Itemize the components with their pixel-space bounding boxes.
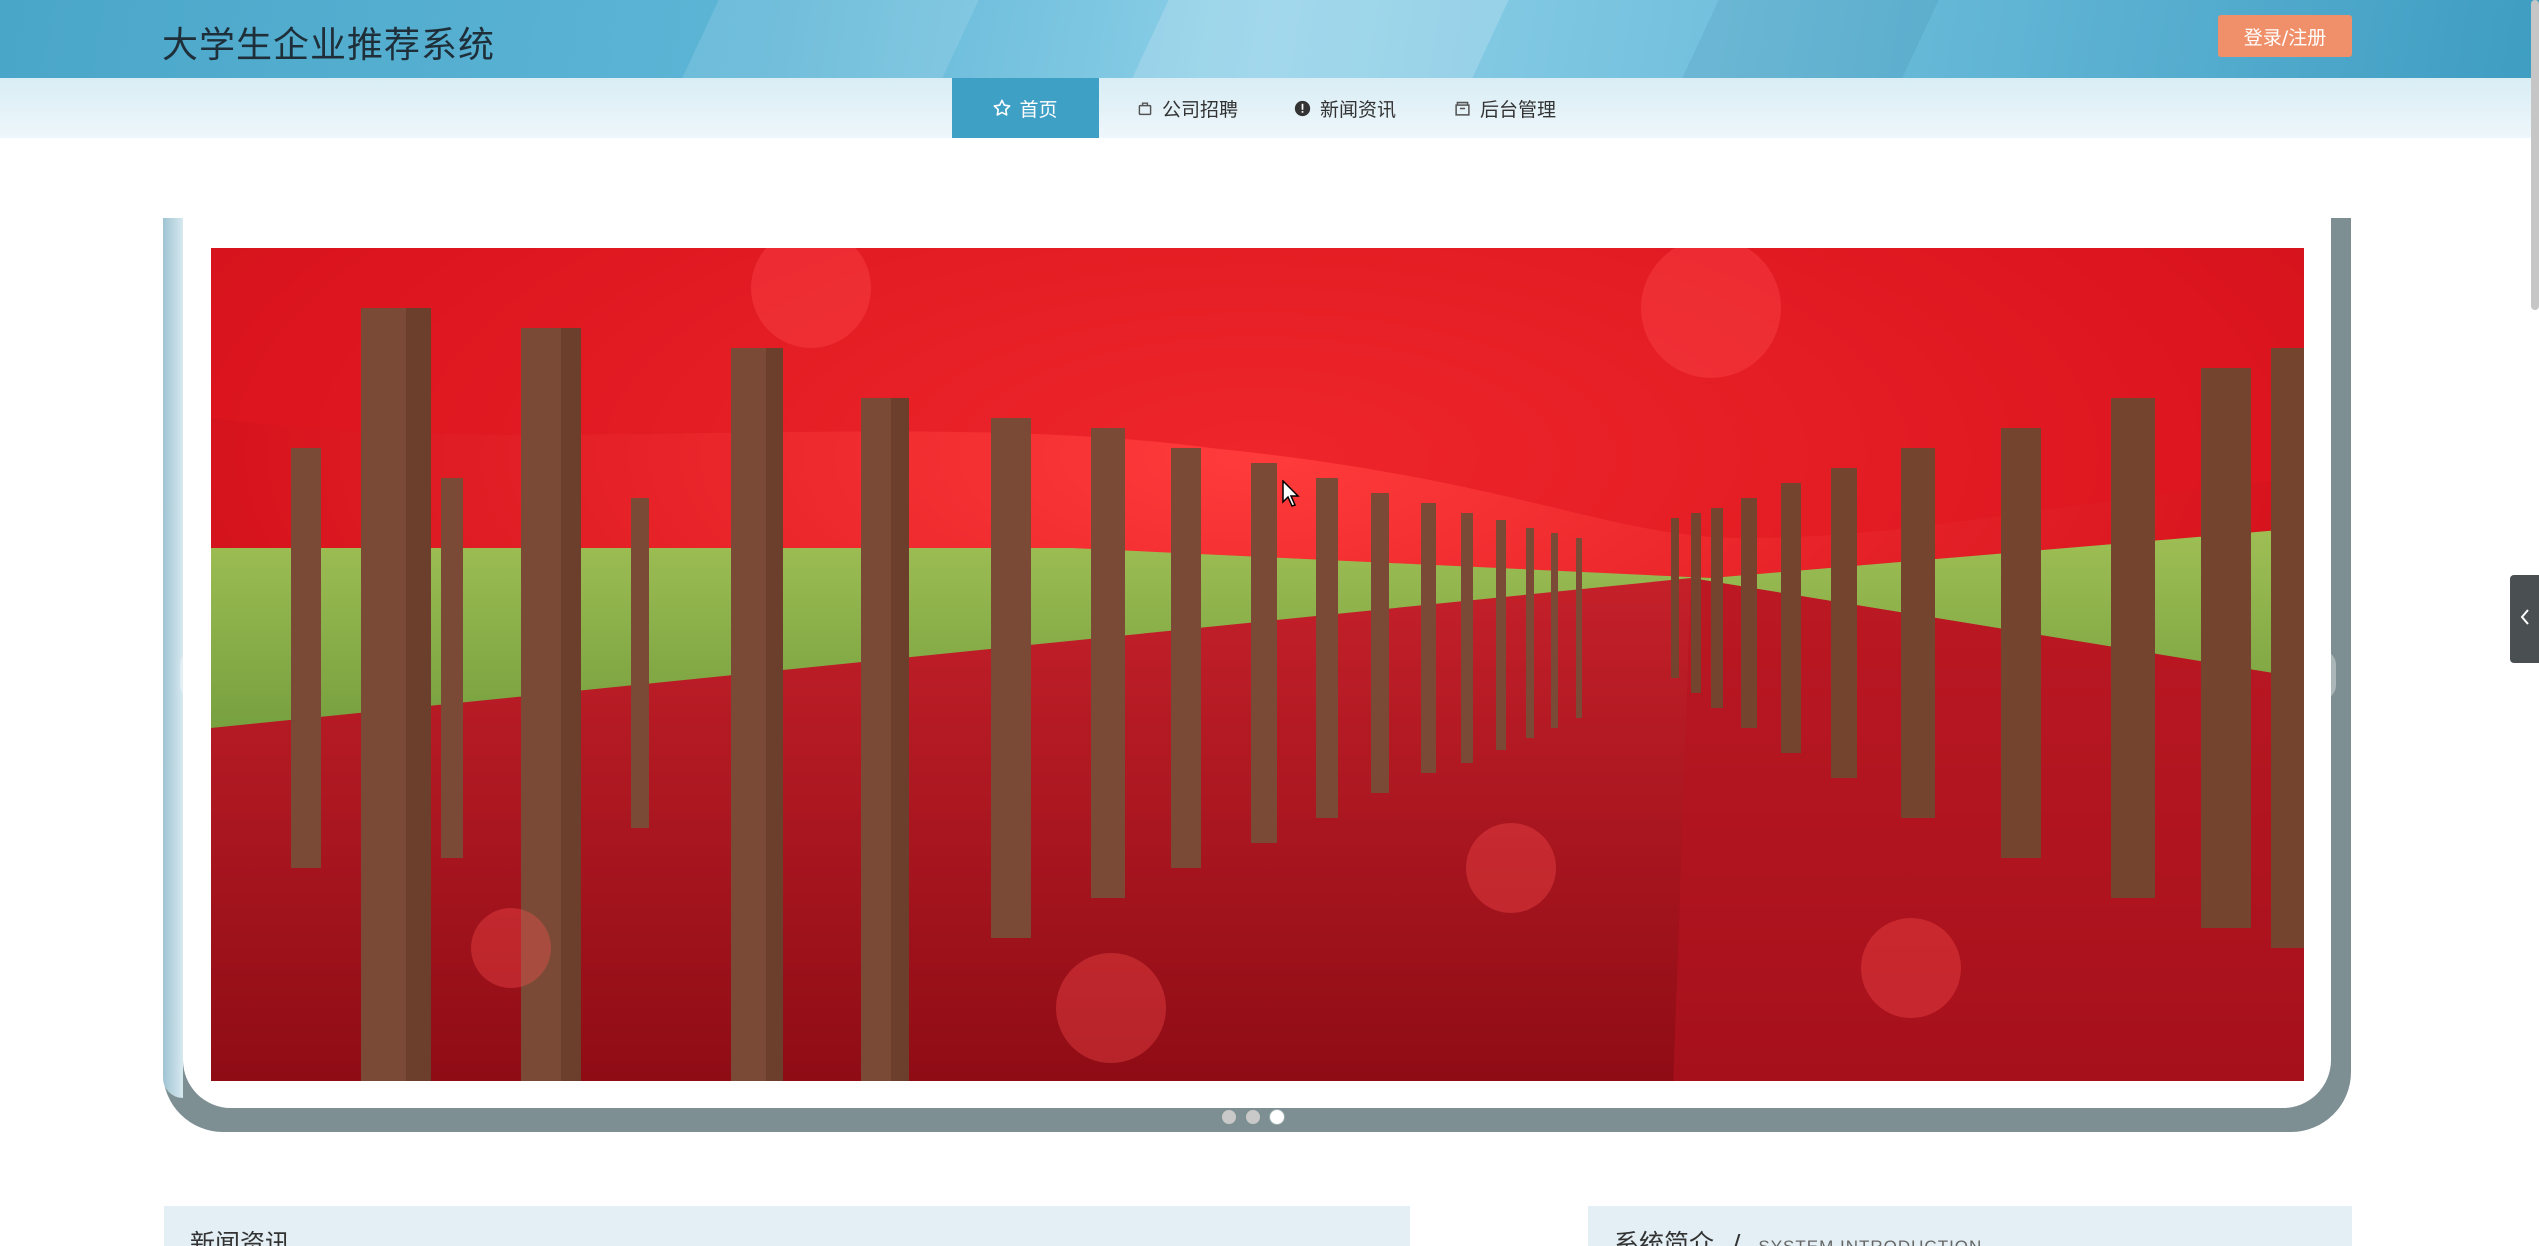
nav-label: 首页 bbox=[1019, 98, 1058, 121]
chevron-left-icon bbox=[2519, 607, 2531, 632]
side-panel-toggle[interactable] bbox=[2510, 575, 2539, 663]
intro-subtitle: SYSTEM INTRODUCTION bbox=[1758, 1237, 1982, 1246]
info-icon bbox=[1294, 99, 1312, 117]
carousel-slide-image[interactable] bbox=[211, 248, 2304, 1081]
bag-icon bbox=[1136, 99, 1154, 117]
carousel-dot[interactable] bbox=[1246, 1110, 1260, 1124]
star-icon bbox=[993, 99, 1011, 117]
frame-edge bbox=[163, 218, 183, 1098]
carousel-dots bbox=[1222, 1110, 1284, 1124]
carousel-next-button[interactable] bbox=[2306, 650, 2336, 700]
nav-item-jobs[interactable]: 公司招聘 bbox=[1112, 78, 1262, 138]
nav-label: 后台管理 bbox=[1479, 98, 1556, 121]
carousel-prev-button[interactable] bbox=[180, 650, 210, 700]
header-decoration bbox=[1117, 0, 1523, 78]
page-scrollbar[interactable] bbox=[2531, 0, 2539, 310]
carousel-dot[interactable] bbox=[1222, 1110, 1236, 1124]
login-register-button[interactable]: 登录/注册 bbox=[2218, 15, 2352, 57]
red-maple-avenue-photo bbox=[211, 248, 2304, 1081]
archive-icon bbox=[1454, 99, 1472, 117]
nav-item-home[interactable]: 首页 bbox=[952, 78, 1099, 138]
nav-item-news[interactable]: 新闻资讯 bbox=[1270, 78, 1420, 138]
nav-label: 新闻资讯 bbox=[1319, 98, 1396, 121]
intro-section-title: 系统简介 / SYSTEM INTRODUCTION bbox=[1614, 1224, 1982, 1246]
carousel-dot-active[interactable] bbox=[1270, 1110, 1284, 1124]
nav-item-admin[interactable]: 后台管理 bbox=[1425, 78, 1585, 138]
site-title: 大学生企业推荐系统 bbox=[162, 25, 496, 66]
nav-label: 公司招聘 bbox=[1161, 98, 1238, 121]
news-section-title: 新闻资讯 bbox=[190, 1229, 291, 1246]
header-decoration bbox=[672, 0, 988, 78]
main-nav: 首页 公司招聘 新闻资讯 后台管理 bbox=[0, 78, 2539, 138]
mouse-cursor-icon bbox=[1282, 480, 1300, 507]
news-section-header: 新闻资讯 bbox=[164, 1206, 1410, 1246]
site-header: 大学生企业推荐系统 登录/注册 bbox=[0, 0, 2539, 78]
intro-section-header: 系统简介 / SYSTEM INTRODUCTION bbox=[1588, 1206, 2352, 1246]
header-decoration bbox=[1672, 0, 1948, 78]
